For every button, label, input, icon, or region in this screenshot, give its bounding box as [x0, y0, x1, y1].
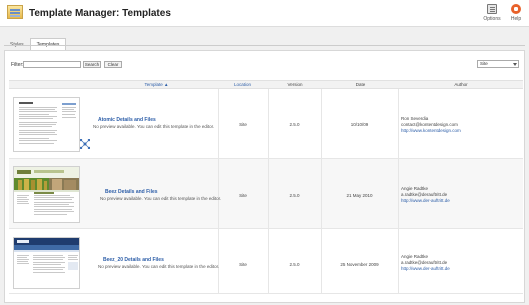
help-button[interactable]: Help — [505, 4, 527, 22]
template-description: No preview available. You can edit this … — [98, 264, 220, 269]
search-button[interactable]: Search — [83, 61, 101, 68]
column-location[interactable]: Location — [220, 82, 265, 87]
template-version: 2.5.0 — [289, 122, 300, 127]
client-select[interactable]: Site — [477, 60, 519, 68]
template-manager-icon — [7, 5, 23, 19]
template-description: No preview available. You can edit this … — [93, 124, 215, 129]
page-header: Template Manager: Templates Options Help — [0, 0, 529, 27]
page-title: Template Manager: Templates — [29, 8, 171, 19]
author-url-link[interactable]: http://www.kontentdesign.com — [401, 128, 461, 133]
filter-label: Filter: — [11, 62, 24, 68]
filter-input[interactable] — [23, 61, 81, 68]
template-name-link[interactable]: Beez_20 Details and Files — [103, 257, 164, 263]
chevron-down-icon — [513, 63, 517, 66]
help-label: Help — [510, 16, 522, 22]
template-author: Angie Radtke a.radtke@derauftritt.de htt… — [401, 186, 450, 204]
templates-table: Template ▲ Location Version Date Author — [9, 80, 523, 294]
template-location: Site — [239, 262, 247, 267]
column-version: Version — [287, 82, 303, 87]
clear-button[interactable]: Clear — [104, 61, 122, 68]
options-icon — [487, 4, 497, 14]
template-author: Angie Radtke a.radtke@derauftritt.de htt… — [401, 254, 450, 272]
template-version: 2.5.0 — [289, 193, 300, 198]
template-thumbnail[interactable] — [13, 97, 80, 152]
template-date: 25 November 2009 — [340, 262, 379, 267]
table-row: Beez_20 Details and Files No preview ava… — [9, 229, 523, 294]
column-author: Author — [454, 82, 468, 87]
options-label: Options — [483, 16, 501, 22]
template-location: Site — [239, 193, 247, 198]
author-url-link[interactable]: http://www.der-auftritt.de — [401, 266, 450, 271]
template-date: 21 May 2010 — [346, 193, 373, 198]
template-description: No preview available. You can edit this … — [100, 196, 222, 201]
tab-divider — [4, 45, 525, 46]
template-thumbnail[interactable] — [13, 166, 80, 223]
table-row: Atomic Details and Files No preview avai… — [9, 89, 523, 159]
table-row: Beez Details and Files No preview availa… — [9, 159, 523, 229]
template-name-link[interactable]: Beez Details and Files — [105, 189, 158, 195]
template-name-link[interactable]: Atomic Details and Files — [98, 117, 156, 123]
molecule-icon — [80, 139, 90, 149]
help-icon — [511, 4, 521, 14]
template-location: Site — [239, 122, 247, 127]
template-date: 10/10/09 — [350, 122, 369, 127]
template-version: 2.5.0 — [289, 262, 300, 267]
column-template[interactable]: Template ▲ — [114, 82, 199, 87]
templates-panel: Filter: Search Clear Site Template ▲ Loc… — [4, 50, 525, 303]
author-url-link[interactable]: http://www.der-auftritt.de — [401, 198, 450, 203]
tab-bar: StylesTemplates — [4, 33, 525, 50]
tab-templates[interactable]: Templates — [29, 38, 67, 50]
column-date: Date — [355, 82, 366, 87]
options-button[interactable]: Options — [481, 4, 503, 22]
client-select-value: Site — [480, 61, 488, 66]
template-thumbnail[interactable] — [13, 237, 80, 289]
table-header: Template ▲ Location Version Date Author — [9, 80, 523, 89]
template-author: Ron Severdia contact@kontentdesign.com h… — [401, 116, 461, 134]
